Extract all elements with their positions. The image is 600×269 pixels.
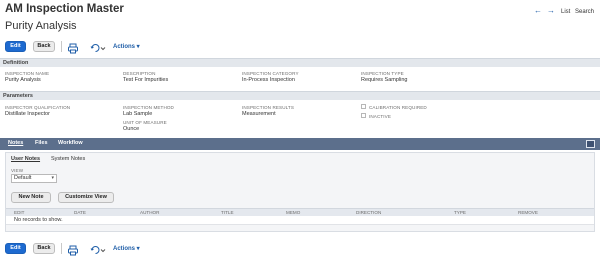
- empty-message: No records to show.: [14, 217, 63, 223]
- inspection-results-label: INSPECTION RESULTS: [242, 105, 294, 110]
- column-header: MEMO: [286, 210, 301, 215]
- column-header: TYPE: [454, 210, 466, 215]
- column-header: TITLE: [221, 210, 234, 215]
- record-title: Purity Analysis: [5, 20, 77, 32]
- unit-of-measure-value: Ounce: [123, 126, 140, 132]
- list-link[interactable]: List: [561, 9, 570, 15]
- parameters-section-label: Parameters: [3, 93, 33, 99]
- back-button-bottom[interactable]: Back: [33, 243, 55, 254]
- tab-notes[interactable]: Notes: [8, 140, 23, 146]
- actions-menu[interactable]: Actions ▾: [113, 43, 140, 50]
- inspector-qualification-value: Distillate Inspector: [5, 111, 50, 117]
- subtab-user-notes[interactable]: User Notes: [11, 156, 40, 162]
- inspection-category-label: INSPECTION CATEGORY: [242, 71, 299, 76]
- more-options-icon[interactable]: [90, 243, 106, 254]
- new-note-button[interactable]: New Note: [11, 192, 51, 203]
- actions-menu-bottom[interactable]: Actions ▾: [113, 245, 140, 252]
- toolbar-divider: [61, 41, 62, 52]
- unit-of-measure-label: UNIT OF MEASURE: [123, 120, 167, 125]
- tab-workflow[interactable]: Workflow: [58, 140, 83, 146]
- calibration-required-label: CALIBRATION REQUIRED: [369, 105, 427, 110]
- subrecord-tab-bar: Notes Files Workflow: [0, 138, 600, 152]
- tab-files[interactable]: Files: [35, 140, 48, 146]
- search-link[interactable]: Search: [575, 9, 594, 15]
- edit-button-bottom[interactable]: Edit: [5, 243, 26, 254]
- inspection-name-label: INSPECTION NAME: [5, 71, 50, 76]
- inspection-method-value: Lab Sample: [123, 111, 153, 117]
- column-header: DATE: [74, 210, 86, 215]
- column-header: REMOVE: [518, 210, 538, 215]
- app-title: AM Inspection Master: [5, 3, 124, 15]
- inspection-type-label: INSPECTION TYPE: [361, 71, 404, 76]
- definition-section-label: Definition: [3, 60, 29, 66]
- inspector-qualification-label: INSPECTOR QUALIFICATION: [5, 105, 71, 110]
- subtab-system-notes[interactable]: System Notes: [51, 156, 85, 162]
- inspection-results-value: Measurement: [242, 111, 276, 117]
- customize-view-button[interactable]: Customize View: [58, 192, 114, 203]
- collapse-panel-icon[interactable]: [586, 140, 595, 152]
- view-select[interactable]: Default ▾: [11, 174, 57, 183]
- more-options-icon[interactable]: [90, 41, 106, 52]
- inspection-name-value: Purity Analysis: [5, 77, 41, 83]
- inspection-method-label: INSPECTION METHOD: [123, 105, 174, 110]
- column-header: EDIT: [14, 210, 25, 215]
- print-icon[interactable]: [67, 41, 79, 54]
- view-label: VIEW: [11, 168, 24, 173]
- inspection-type-value: Requires Sampling: [361, 77, 408, 83]
- print-icon[interactable]: [67, 243, 79, 256]
- chevron-down-icon: ▾: [51, 175, 54, 181]
- inactive-label: INACTIVE: [369, 114, 391, 119]
- next-record-arrow-icon[interactable]: →: [547, 6, 555, 15]
- notes-table-header: EDIT DATE AUTHOR TITLE MEMO DIRECTION TY…: [6, 208, 594, 216]
- parameters-section-header: Parameters: [0, 91, 600, 100]
- inactive-checkbox: [361, 113, 366, 118]
- definition-section-header: Definition: [0, 58, 600, 67]
- previous-record-arrow-icon[interactable]: ←: [534, 6, 542, 15]
- inspection-category-value: In-Process Inspection: [242, 77, 295, 83]
- view-select-value: Default: [14, 175, 32, 181]
- description-label: DESCRIPTION: [123, 71, 156, 76]
- toolbar-divider: [61, 243, 62, 254]
- back-button[interactable]: Back: [33, 41, 55, 52]
- column-header: AUTHOR: [140, 210, 160, 215]
- calibration-required-checkbox: [361, 104, 366, 109]
- edit-button[interactable]: Edit: [5, 41, 26, 52]
- description-value: Test For Impurities: [123, 77, 169, 83]
- column-header: DIRECTION: [356, 210, 382, 215]
- table-row: No records to show.: [6, 216, 594, 225]
